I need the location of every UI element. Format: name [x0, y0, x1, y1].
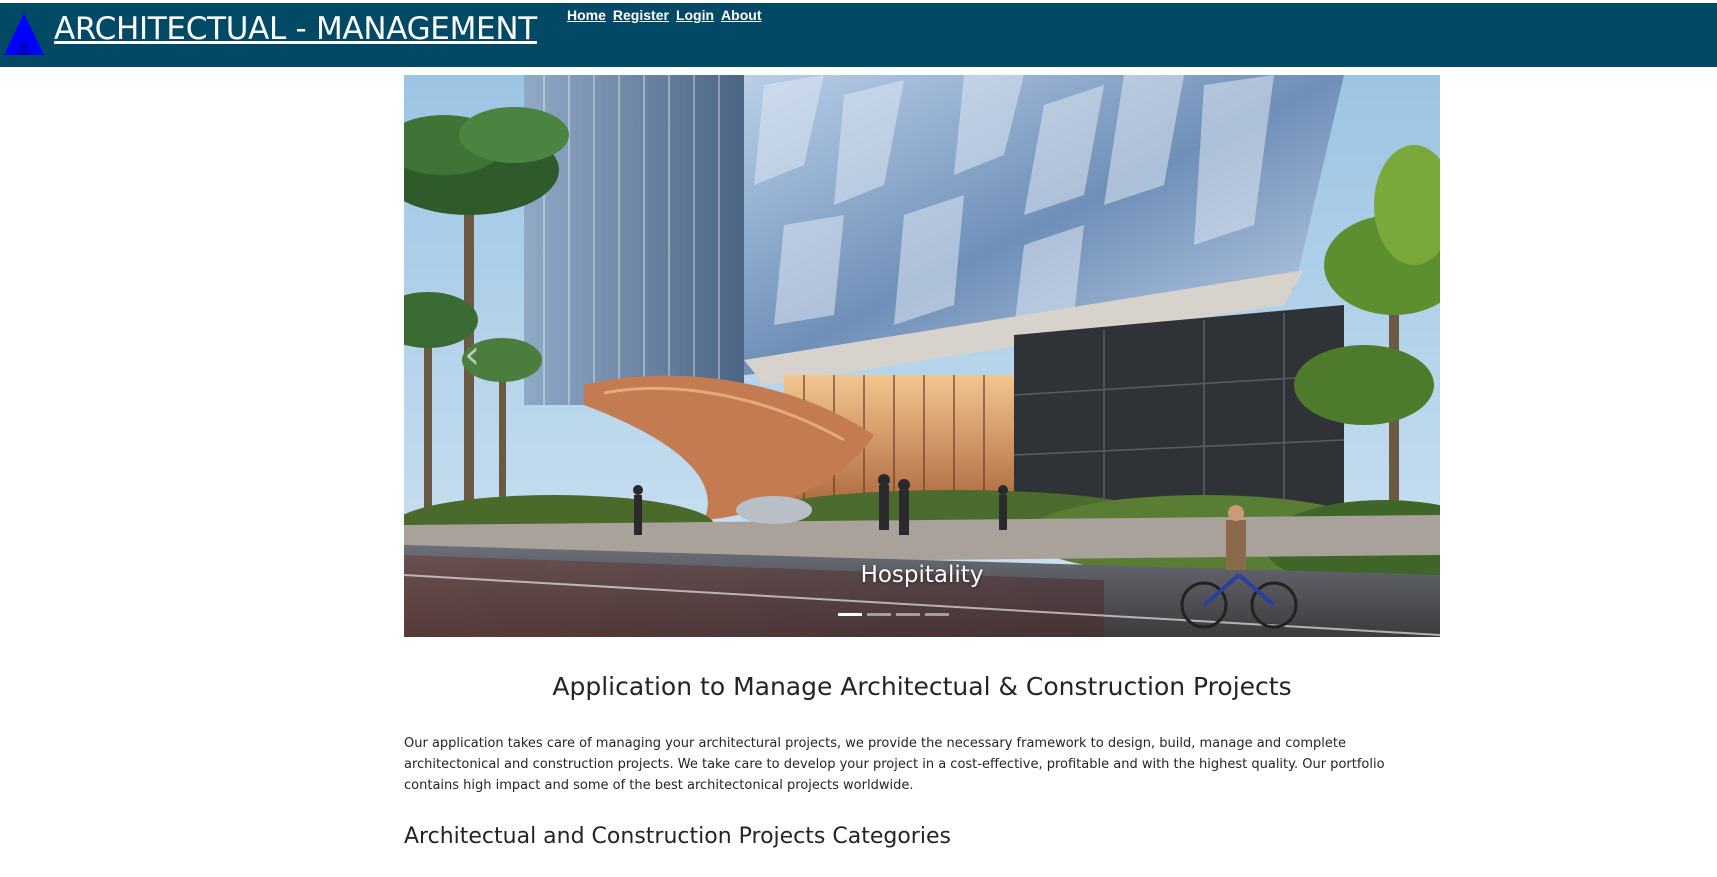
carousel-indicators [838, 613, 949, 616]
page-title: Application to Manage Architectual & Con… [552, 672, 1292, 701]
carousel-indicator-4[interactable] [925, 613, 949, 616]
carousel-indicator-2[interactable] [867, 613, 891, 616]
carousel-caption: Hospitality [860, 562, 984, 588]
carousel-prev-chevron-left-icon[interactable]: ‹ [464, 330, 494, 380]
categories-heading: Architectual and Construction Projects C… [404, 824, 951, 849]
carousel-indicator-3[interactable] [896, 613, 920, 616]
hero-carousel[interactable]: ‹ Hospitality [404, 75, 1440, 637]
brand-title: ARCHITECTUAL - MANAGEMENT [54, 11, 537, 47]
brand-link[interactable]: ARCHITECTUAL - MANAGEMENT [4, 11, 537, 55]
nav-link-about[interactable]: About [721, 7, 761, 23]
nav-link-home[interactable]: Home [567, 7, 606, 23]
nav-link-register[interactable]: Register [613, 7, 669, 23]
nav-link-login[interactable]: Login [676, 7, 714, 23]
brand-logo-icon [4, 13, 44, 55]
carousel-slide-image [404, 75, 1440, 637]
top-navbar: ARCHITECTUAL - MANAGEMENT Home Register … [0, 3, 1717, 67]
main-nav: Home Register Login About [567, 7, 761, 23]
intro-paragraph: Our application takes care of managing y… [404, 736, 1385, 793]
carousel-indicator-1[interactable] [838, 613, 862, 616]
